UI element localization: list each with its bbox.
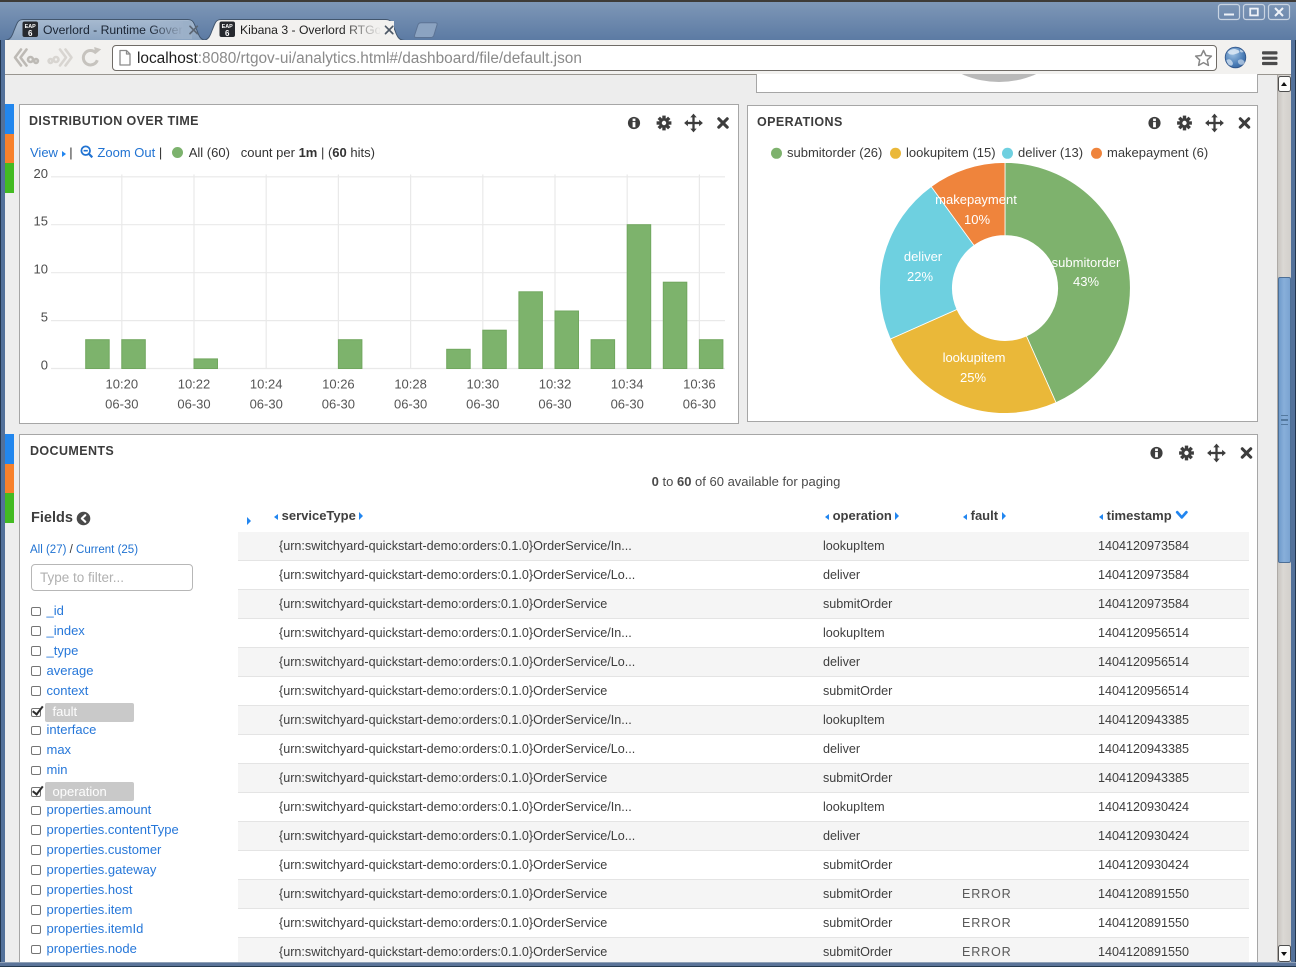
svg-text:makepayment (6): makepayment (6) [1107, 144, 1208, 159]
svg-text:6: 6 [225, 29, 230, 38]
svg-text:0: 0 [41, 357, 48, 372]
svg-text:deliver: deliver [904, 249, 943, 264]
svg-text:06-30: 06-30 [250, 396, 283, 411]
svg-text:06-30: 06-30 [177, 396, 210, 411]
svg-text:06-30: 06-30 [105, 396, 138, 411]
svg-text:06-30: 06-30 [538, 396, 571, 411]
svg-text:15: 15 [34, 213, 48, 228]
svg-text:10:36: 10:36 [683, 376, 716, 391]
svg-text:43%: 43% [1073, 274, 1099, 289]
svg-text:deliver (13): deliver (13) [1018, 144, 1083, 159]
svg-text:06-30: 06-30 [322, 396, 355, 411]
svg-text:10:20: 10:20 [106, 376, 139, 391]
svg-text:10%: 10% [964, 212, 990, 227]
svg-text:5: 5 [41, 309, 48, 324]
svg-text:10:34: 10:34 [611, 376, 644, 391]
svg-text:submitorder (26): submitorder (26) [787, 144, 882, 159]
svg-text:10:30: 10:30 [467, 376, 500, 391]
svg-text:22%: 22% [907, 269, 933, 284]
svg-text:6: 6 [28, 29, 33, 38]
svg-text:06-30: 06-30 [466, 396, 499, 411]
svg-text:10:32: 10:32 [539, 376, 572, 391]
svg-text:makepayment: makepayment [935, 192, 1017, 207]
svg-text:10:28: 10:28 [394, 376, 427, 391]
svg-text:06-30: 06-30 [394, 396, 427, 411]
svg-text:10:22: 10:22 [178, 376, 211, 391]
svg-text:10: 10 [34, 261, 48, 276]
svg-text:lookupitem: lookupitem [943, 350, 1006, 365]
svg-text:06-30: 06-30 [611, 396, 644, 411]
svg-text:25%: 25% [960, 370, 986, 385]
svg-text:lookupitem (15): lookupitem (15) [906, 144, 996, 159]
svg-text:06-30: 06-30 [683, 396, 716, 411]
svg-text:10:24: 10:24 [250, 376, 283, 391]
svg-text:10:26: 10:26 [322, 376, 355, 391]
svg-text:submitorder: submitorder [1052, 255, 1121, 270]
svg-text:20: 20 [34, 165, 48, 180]
